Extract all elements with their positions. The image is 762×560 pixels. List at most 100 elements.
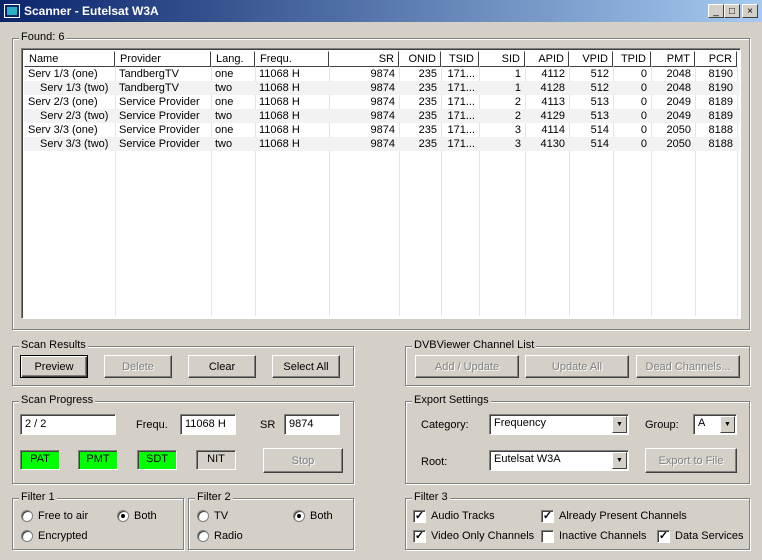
progress-field[interactable]: 2 / 2 <box>20 414 116 435</box>
table-cell: 9874 <box>370 68 395 80</box>
table-cell: 11068 H <box>259 96 300 108</box>
table-cell: 4130 <box>540 138 565 150</box>
data-services-label[interactable]: Data Services <box>675 530 743 542</box>
audio-tracks-label[interactable]: Audio Tracks <box>431 510 495 522</box>
audio-tracks-checkbox[interactable]: ✓ <box>413 510 426 523</box>
col-lang[interactable]: Lang. <box>211 51 255 67</box>
table-cell: 8190 <box>708 82 733 94</box>
table-row[interactable]: Serv 1/3 (two) TandbergTV two 11068 H 9874 23… <box>24 81 740 95</box>
root-select[interactable]: Eutelsat W3A ▼ <box>489 450 629 471</box>
col-sr[interactable]: SR <box>329 51 399 67</box>
group-select[interactable]: A ▼ <box>693 414 737 435</box>
table-cell: 2 <box>514 110 521 122</box>
root-label: Root: <box>421 456 448 468</box>
table-cell: 512 <box>590 68 609 80</box>
col-apid[interactable]: APID <box>525 51 569 67</box>
table-cell: 4114 <box>541 124 565 136</box>
stop-button[interactable]: Stop <box>263 448 343 473</box>
free-to-air-radio[interactable] <box>21 510 33 522</box>
close-button[interactable]: × <box>742 4 758 18</box>
table-cell: 2050 <box>666 138 691 150</box>
filter2-title: Filter 2 <box>195 491 233 503</box>
table-cell: 514 <box>590 124 609 136</box>
col-sid[interactable]: SID <box>479 51 525 67</box>
video-only-checkbox[interactable]: ✓ <box>413 530 426 543</box>
window-title: Scanner - Eutelsat W3A <box>24 4 159 18</box>
table-cell: 514 <box>590 138 609 150</box>
table-cell: Serv 1/3 (one) <box>28 68 98 80</box>
table-row[interactable]: Serv 2/3 (one) Service Provider one 11068 H… <box>24 95 740 109</box>
already-present-checkbox[interactable]: ✓ <box>541 510 554 523</box>
tv-label[interactable]: TV <box>214 510 228 522</box>
data-services-checkbox[interactable]: ✓ <box>657 530 670 543</box>
radio-label[interactable]: Radio <box>214 530 243 542</box>
col-onid[interactable]: ONID <box>399 51 441 67</box>
table-cell: Serv 2/3 (two) <box>40 110 109 122</box>
filter2-both-label[interactable]: Both <box>310 510 333 522</box>
filter3-title: Filter 3 <box>412 491 450 503</box>
table-cell: 9874 <box>370 110 395 122</box>
already-present-label[interactable]: Already Present Channels <box>559 510 687 522</box>
table-row[interactable]: Serv 2/3 (two) Service Provider two 11068 H… <box>24 109 740 123</box>
table-row[interactable]: Serv 3/3 (one) Service Provider one 11068 H… <box>24 123 740 137</box>
col-pmt[interactable]: PMT <box>651 51 695 67</box>
col-pcr[interactable]: PCR <box>695 51 737 67</box>
group-dropdown-icon[interactable]: ▼ <box>720 416 735 433</box>
col-frequ[interactable]: Frequ. <box>255 51 329 67</box>
table-row[interactable]: Serv 1/3 (one) TandbergTV one 11068 H 9874 23… <box>24 67 740 81</box>
col-tsid[interactable]: TSID <box>441 51 479 67</box>
video-only-label[interactable]: Video Only Channels <box>431 530 534 542</box>
export-to-file-button[interactable]: Export to File <box>645 448 737 473</box>
inactive-label[interactable]: Inactive Channels <box>559 530 646 542</box>
channel-list-title: DVBViewer Channel List <box>412 339 537 351</box>
table-row[interactable]: Serv 3/3 (two) Service Provider two 11068 H… <box>24 137 740 151</box>
table-cell: 11068 H <box>259 68 300 80</box>
channel-list-view[interactable]: Name Provider Lang. Frequ. SR ONID TSID … <box>21 48 741 319</box>
table-cell: 4112 <box>541 68 565 80</box>
maximize-button[interactable]: □ <box>724 4 740 18</box>
filter2-both-radio[interactable] <box>293 510 305 522</box>
sr-field[interactable]: 9874 <box>284 414 340 435</box>
table-cell: 171... <box>447 110 475 122</box>
add-update-button[interactable]: Add / Update <box>415 355 519 378</box>
tv-radio[interactable] <box>197 510 209 522</box>
table-cell: 9874 <box>370 138 395 150</box>
preview-button[interactable]: Preview <box>20 355 88 378</box>
table-cell: Service Provider <box>119 96 200 108</box>
table-cell: two <box>215 138 233 150</box>
root-dropdown-icon[interactable]: ▼ <box>612 452 627 469</box>
table-cell: 2048 <box>666 68 691 80</box>
minimize-button[interactable]: _ <box>708 4 724 18</box>
table-cell: 9874 <box>370 96 395 108</box>
radio-radio[interactable] <box>197 530 209 542</box>
col-tpid[interactable]: TPID <box>613 51 651 67</box>
category-dropdown-icon[interactable]: ▼ <box>612 416 627 433</box>
update-all-button[interactable]: Update All <box>525 355 629 378</box>
minimize-icon: _ <box>713 5 719 17</box>
table-cell: 1 <box>514 68 521 80</box>
category-value: Frequency <box>494 417 546 429</box>
table-cell: TandbergTV <box>119 82 179 94</box>
inactive-checkbox[interactable] <box>541 530 554 543</box>
free-to-air-label[interactable]: Free to air <box>38 510 88 522</box>
col-vpid[interactable]: VPID <box>569 51 613 67</box>
filter1-both-radio[interactable] <box>117 510 129 522</box>
filter1-both-label[interactable]: Both <box>134 510 157 522</box>
select-all-button[interactable]: Select All <box>272 355 340 378</box>
delete-button[interactable]: Delete <box>104 355 172 378</box>
col-name[interactable]: Name <box>24 51 115 67</box>
dead-channels-button[interactable]: Dead Channels... <box>636 355 740 378</box>
table-cell: 512 <box>590 82 609 94</box>
encrypted-label[interactable]: Encrypted <box>38 530 88 542</box>
col-provider[interactable]: Provider <box>115 51 211 67</box>
table-cell: 513 <box>590 110 609 122</box>
table-cell: 8189 <box>708 110 733 122</box>
table-cell: 11068 H <box>259 82 300 94</box>
category-select[interactable]: Frequency ▼ <box>489 414 629 435</box>
table-cell: two <box>215 110 233 122</box>
frequ-field[interactable]: 11068 H <box>180 414 236 435</box>
clear-button[interactable]: Clear <box>188 355 256 378</box>
encrypted-radio[interactable] <box>21 530 33 542</box>
table-cell: 2049 <box>666 110 691 122</box>
table-cell: 235 <box>418 82 437 94</box>
